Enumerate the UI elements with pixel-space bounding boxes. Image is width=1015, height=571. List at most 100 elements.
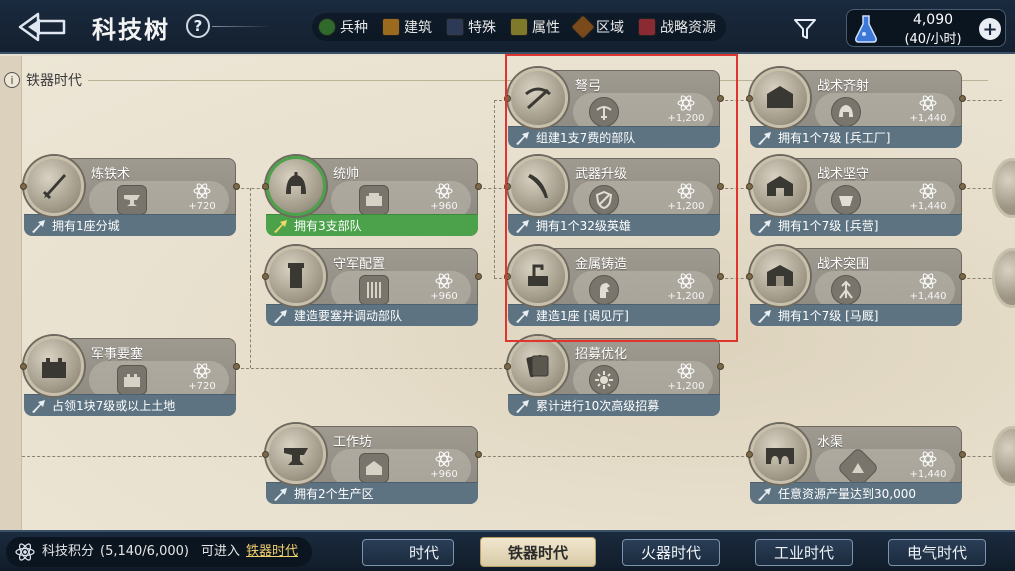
requirement-arrow-icon: [516, 220, 529, 233]
node-requirement: 占领1块7级或以上土地: [24, 394, 236, 416]
offscreen-tech-node[interactable]: [992, 426, 1015, 486]
tower-icon: [266, 246, 326, 306]
research-cost: +1,440: [909, 201, 947, 212]
tech-node-crossbow[interactable]: 弩弓 +1,200 组建1支7费的部队: [504, 68, 724, 148]
legend-item-attribute[interactable]: 属性: [510, 16, 560, 38]
tech-node-military-fortress[interactable]: 军事要塞 +720 占领1块7级或以上土地: [20, 336, 240, 416]
tech-node-commander[interactable]: 统帅 +960 拥有3支部队: [262, 156, 482, 236]
fortress-icon: [117, 365, 147, 395]
node-requirement: 建造1座 [谒见厅]: [508, 304, 720, 326]
node-requirement-met: 拥有3支部队: [266, 214, 478, 236]
add-resource-button[interactable]: +: [979, 18, 1001, 40]
requirement-arrow-icon: [32, 220, 45, 233]
atom-icon: [677, 95, 695, 111]
bottom-bar: 科技积分 (5,140/6,000) 可进入 铁器时代 时代 铁器时代 火器时代…: [0, 530, 1015, 571]
helmet-unit-icon: [831, 97, 861, 127]
research-cost: +960: [430, 201, 458, 212]
node-requirement: 拥有1个7级 [兵工厂]: [750, 126, 962, 148]
requirement-arrow-icon: [758, 310, 771, 323]
research-cost: +1,440: [909, 469, 947, 480]
research-cost: +720: [188, 201, 216, 212]
tech-node-tactical-breakout[interactable]: 战术突围 +1,440 拥有1个7级 [马厩]: [746, 246, 966, 326]
connector: [962, 100, 1002, 101]
anvil-icon: [266, 424, 326, 484]
troop-icon: [359, 185, 389, 215]
flask-icon: [855, 15, 877, 43]
tab-firearm-age[interactable]: 火器时代: [622, 539, 720, 566]
connector: [236, 368, 512, 369]
node-requirement: 拥有2个生产区: [266, 482, 478, 504]
tech-points-panel: 科技积分 (5,140/6,000) 可进入 铁器时代: [6, 537, 312, 567]
tech-node-recruit-optimization[interactable]: 招募优化 +1,200 累计进行10次高级招募: [504, 336, 724, 416]
connector: [250, 188, 251, 278]
offscreen-tech-node[interactable]: [992, 248, 1015, 308]
offscreen-tech-node[interactable]: [992, 158, 1015, 218]
atom-icon: [677, 183, 695, 199]
sword-icon: [24, 156, 84, 216]
filter-icon: [794, 19, 816, 39]
tech-node-tactical-defense[interactable]: 战术坚守 +1,440 拥有1个7级 [兵营]: [746, 156, 966, 236]
castle-icon: [24, 336, 84, 396]
tech-node-weapon-upgrade[interactable]: 武器升级 +1,200 拥有1个32级英雄: [504, 156, 724, 236]
legend-item-building[interactable]: 建筑: [382, 16, 432, 38]
tab-electric-age[interactable]: 电气时代: [888, 539, 986, 566]
barracks-icon: [750, 156, 810, 216]
atom-icon: [435, 451, 453, 467]
tab-iron-age[interactable]: 铁器时代: [480, 537, 596, 567]
tech-node-workshop[interactable]: 工作坊 +960 拥有2个生产区: [262, 424, 482, 504]
tech-points-value: (5,140/6,000): [100, 544, 189, 559]
attribute-icon: [510, 18, 528, 36]
enter-era-link[interactable]: 铁器时代: [246, 537, 298, 567]
horse-head-icon: [589, 275, 619, 305]
tab-industrial-age[interactable]: 工业时代: [755, 539, 853, 566]
category-legend: 兵种 建筑 特殊 属性 区域 战略资源: [312, 13, 726, 41]
armory-icon: [750, 68, 810, 128]
back-button[interactable]: [14, 8, 70, 46]
recruit-card-icon: [508, 336, 568, 396]
legend-item-unit[interactable]: 兵种: [318, 16, 368, 38]
requirement-arrow-icon: [516, 132, 529, 145]
building-icon: [359, 453, 389, 483]
filter-button[interactable]: [790, 14, 820, 44]
tab-previous-era[interactable]: 时代: [362, 539, 454, 566]
node-requirement: 组建1支7费的部队: [508, 126, 720, 148]
research-cost: +1,200: [667, 291, 705, 302]
requirement-arrow-icon: [758, 488, 771, 501]
atom-icon: [193, 363, 211, 379]
research-cost: +720: [188, 381, 216, 392]
tech-node-metal-casting[interactable]: 金属铸造 +1,200 建造1座 [谒见厅]: [504, 246, 724, 326]
info-icon[interactable]: i: [4, 72, 20, 88]
atom-icon: [919, 183, 937, 199]
node-requirement: 任意资源产量达到30,000: [750, 482, 962, 504]
tech-node-tactical-volley[interactable]: 战术齐射 +1,440 拥有1个7级 [兵工厂]: [746, 68, 966, 148]
requirement-arrow-icon: [274, 310, 287, 323]
stable-icon: [750, 246, 810, 306]
atom-icon: [435, 273, 453, 289]
research-cost: +960: [430, 469, 458, 480]
legend-item-region[interactable]: 区域: [570, 14, 624, 40]
tech-node-iron-smelting[interactable]: 炼铁术 +720 拥有1座分城: [20, 156, 240, 236]
crossbow-unit-icon: [589, 97, 619, 127]
tech-node-garrison-config[interactable]: 守军配置 +960 建造要塞并调动部队: [262, 246, 482, 326]
node-requirement: 拥有1个7级 [马厩]: [750, 304, 962, 326]
connector: [494, 100, 495, 278]
help-button[interactable]: ?: [186, 14, 210, 38]
research-cost: +1,200: [667, 113, 705, 124]
requirement-arrow-icon: [516, 310, 529, 323]
tech-tree-map[interactable]: i 铁器时代 炼铁术 +720 拥有1座分城 统帅 +960 拥有3支部队 守军…: [0, 56, 1015, 530]
crossbow-icon: [508, 68, 568, 128]
atom-icon: [919, 451, 937, 467]
shield-bow-icon: [831, 185, 861, 215]
atom-icon: [919, 95, 937, 111]
research-cost: +1,200: [667, 381, 705, 392]
node-requirement: 拥有1个7级 [兵营]: [750, 214, 962, 236]
tech-node-aqueduct[interactable]: 水渠 +1,440 任意资源产量达到30,000: [746, 424, 966, 504]
resource-counter: 4,090 (40/小时) +: [846, 9, 1006, 47]
legend-item-special[interactable]: 特殊: [446, 16, 496, 38]
back-arrow-icon: [18, 12, 66, 42]
tech-points-label: 科技积分: [42, 544, 95, 559]
research-cost: +1,440: [909, 291, 947, 302]
node-requirement: 累计进行10次高级招募: [508, 394, 720, 416]
building-icon: [382, 18, 400, 36]
legend-item-strategic-resource[interactable]: 战略资源: [638, 16, 716, 38]
